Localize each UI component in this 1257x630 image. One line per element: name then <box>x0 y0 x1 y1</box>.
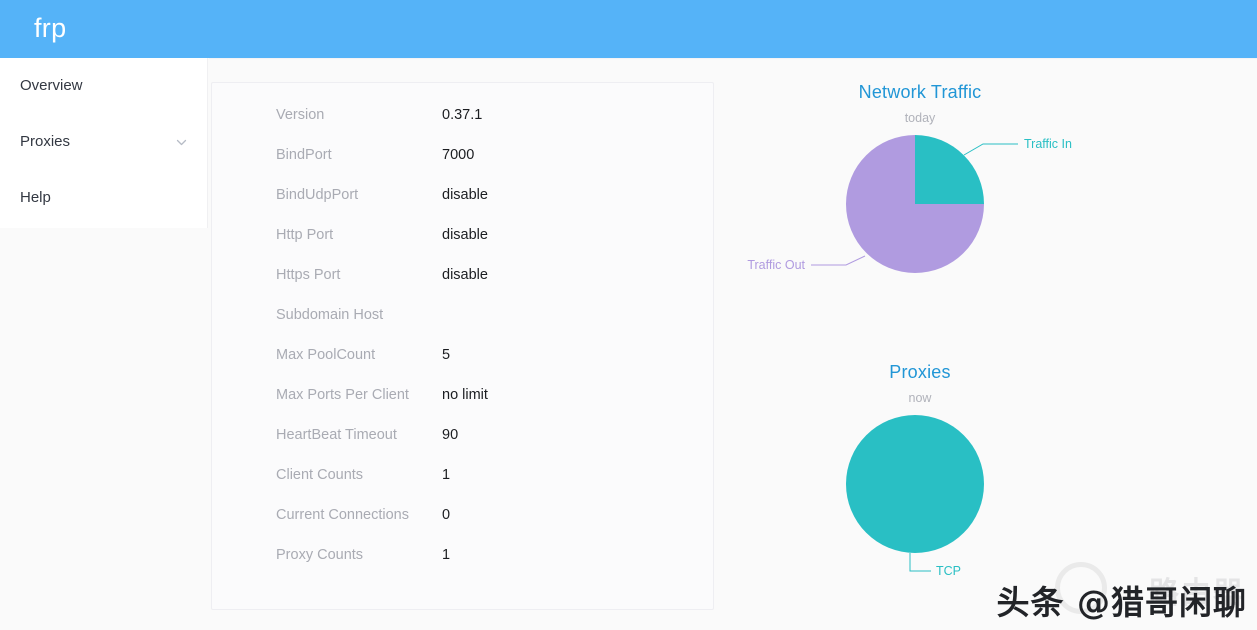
table-row: BindUdpPort disable <box>212 175 713 215</box>
server-info-list: Version 0.37.1 BindPort 7000 BindUdpPort… <box>212 83 713 575</box>
app-brand-title: frp <box>34 13 67 43</box>
pie-leader-traffic-out <box>811 255 866 266</box>
info-key: HeartBeat Timeout <box>276 427 397 443</box>
chevron-down-icon[interactable] <box>175 114 188 170</box>
info-value: disable <box>442 267 488 283</box>
sidebar-item-overview[interactable]: Overview <box>0 58 207 114</box>
watermark-text: 头条 @猎哥闲聊 <box>996 583 1247 622</box>
table-row: Http Port disable <box>212 215 713 255</box>
pie-leader-traffic-in <box>963 143 1018 156</box>
info-value: disable <box>442 227 488 243</box>
network-traffic-chart: Network Traffic today Traffic In Traffic… <box>747 82 1090 345</box>
info-key: Proxy Counts <box>276 547 364 563</box>
sidebar-item-proxies[interactable]: Proxies <box>0 114 207 170</box>
info-key: Client Counts <box>276 467 364 483</box>
info-key: BindUdpPort <box>276 187 359 203</box>
table-row: Subdomain Host <box>212 295 713 335</box>
info-value: 5 <box>442 347 451 363</box>
info-value: 7000 <box>442 147 475 163</box>
info-key: BindPort <box>276 147 332 163</box>
info-value: 90 <box>442 427 459 443</box>
chart-title: Proxies <box>889 362 951 382</box>
sidebar-item-help[interactable]: Help <box>0 170 207 226</box>
table-row: Proxy Counts 1 <box>212 535 713 575</box>
table-row: BindPort 7000 <box>212 135 713 175</box>
info-key: Current Connections <box>276 507 409 523</box>
info-value: 1 <box>442 467 451 483</box>
table-row: HeartBeat Timeout 90 <box>212 415 713 455</box>
table-row: Client Counts 1 <box>212 455 713 495</box>
info-value: 0.37.1 <box>442 107 483 123</box>
chart-subtitle: now <box>908 391 932 405</box>
sidebar-item-label: Help <box>20 189 51 206</box>
info-value: 1 <box>442 547 451 563</box>
info-key: Max PoolCount <box>276 347 376 363</box>
sidebar-item-label: Overview <box>20 77 83 94</box>
pie-label-traffic-in: Traffic In <box>1024 137 1072 151</box>
pie-leader-tcp <box>909 553 931 572</box>
info-value: no limit <box>442 387 488 403</box>
pie-canvas-traffic: Traffic In Traffic Out <box>747 125 1090 345</box>
info-key: Http Port <box>276 227 334 243</box>
table-row: Current Connections 0 <box>212 495 713 535</box>
sidebar-item-label: Proxies <box>20 133 71 150</box>
info-key: Max Ports Per Client <box>276 387 409 403</box>
table-row: Version 0.37.1 <box>212 95 713 135</box>
table-row: Max Ports Per Client no limit <box>212 375 713 415</box>
app-root: frp Overview Proxies Help Version 0.37.1 <box>0 0 1257 630</box>
info-key: Subdomain Host <box>276 307 384 323</box>
info-key: Version <box>276 107 325 123</box>
table-row: Max PoolCount 5 <box>212 335 713 375</box>
pie-slice-traffic-in <box>915 135 984 204</box>
sidebar-nav: Overview Proxies Help <box>0 58 208 228</box>
pie-label-tcp: TCP <box>936 564 961 578</box>
server-info-card: Version 0.37.1 BindPort 7000 BindUdpPort… <box>211 82 714 610</box>
chart-title: Network Traffic <box>858 82 982 102</box>
app-header: frp <box>0 0 1257 58</box>
table-row: Https Port disable <box>212 255 713 295</box>
pie-slice-tcp <box>846 415 984 553</box>
info-value: 0 <box>442 507 451 523</box>
info-key: Https Port <box>276 267 341 283</box>
info-value: disable <box>442 187 488 203</box>
pie-label-traffic-out: Traffic Out <box>747 258 805 272</box>
chart-subtitle: today <box>904 111 936 125</box>
